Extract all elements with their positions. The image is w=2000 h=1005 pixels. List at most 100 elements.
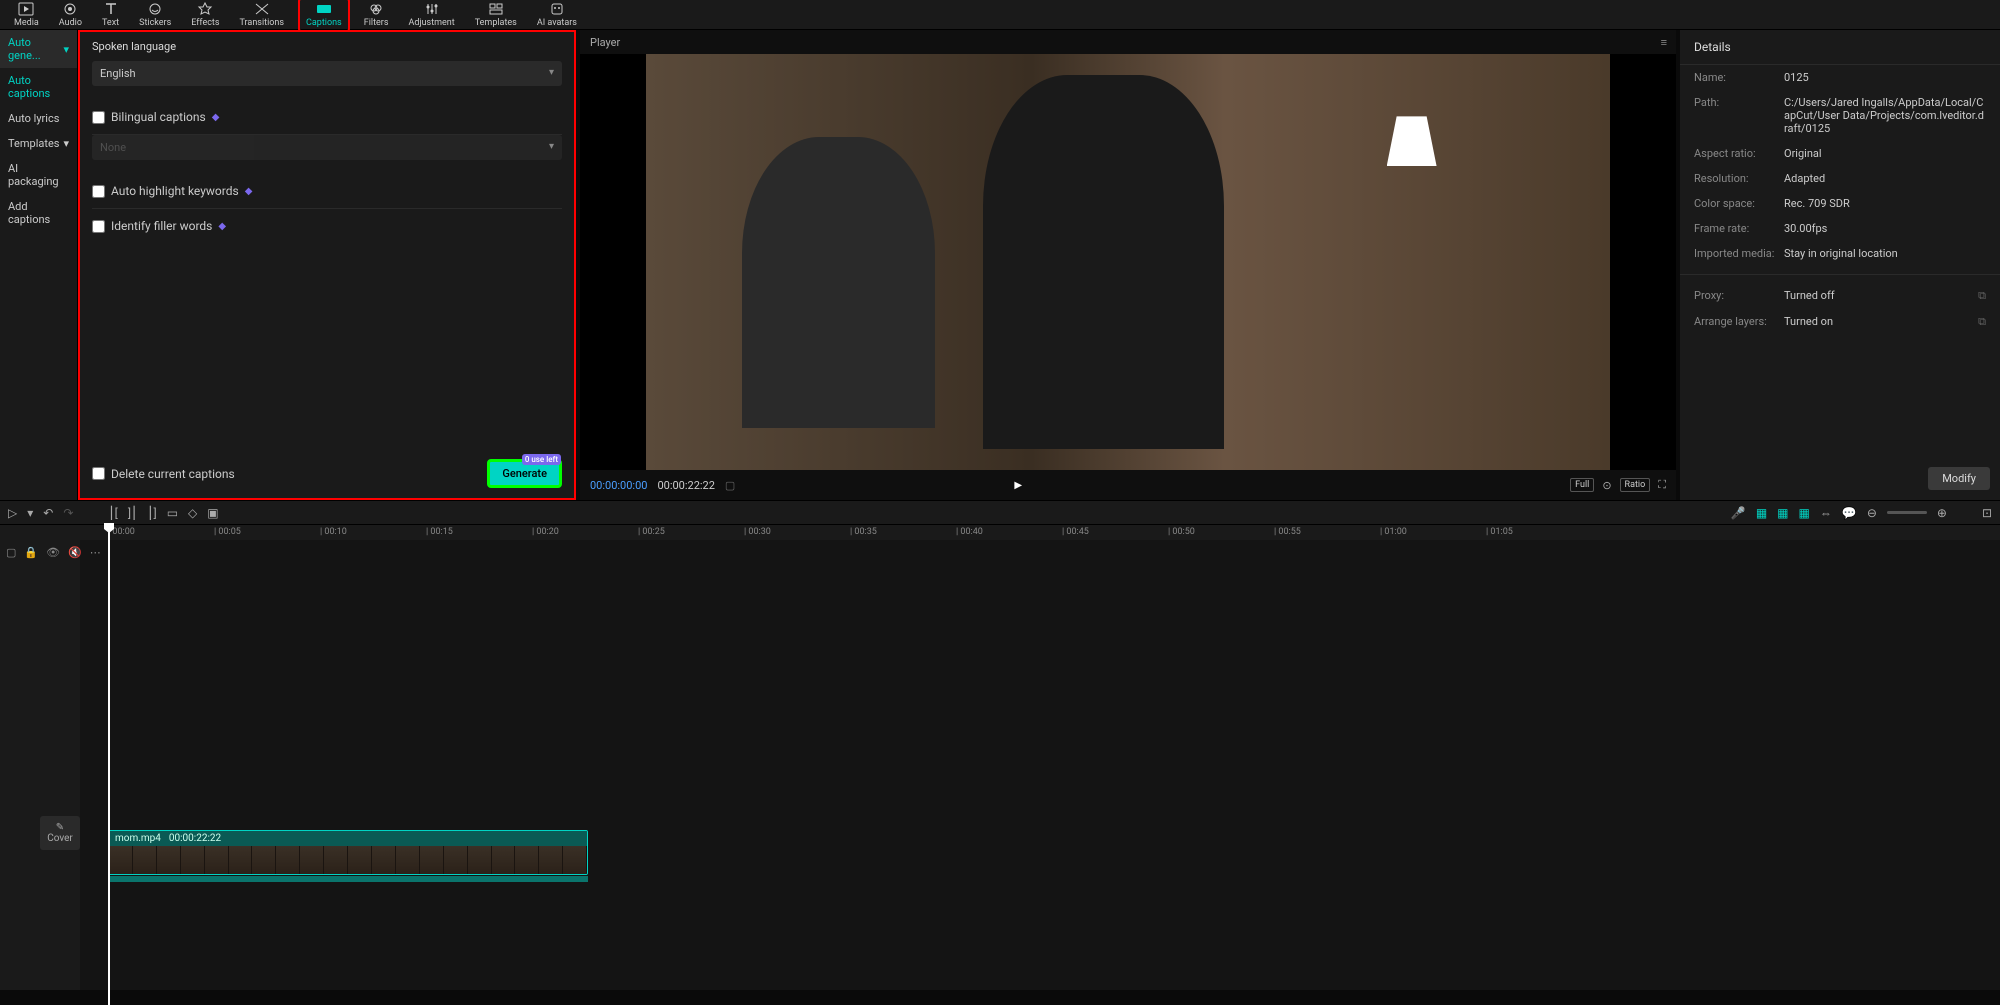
detail-imported-key: Imported media:	[1694, 247, 1784, 260]
ratio-button[interactable]: Ratio	[1620, 478, 1651, 492]
ruler-tick: | 01:00	[1380, 527, 1407, 537]
player-title: Player	[590, 36, 620, 49]
subtab-auto-lyrics[interactable]: Auto lyrics	[0, 106, 77, 131]
playhead[interactable]	[108, 525, 110, 1005]
video-preview[interactable]	[580, 54, 1676, 470]
tab-audio[interactable]: Audio	[53, 0, 88, 30]
fullscreen-icon[interactable]: ⛶	[1658, 478, 1666, 492]
select-tool-icon[interactable]: ▷	[8, 506, 17, 520]
effects-icon	[197, 2, 213, 16]
tab-captions[interactable]: Captions	[298, 0, 350, 32]
ruler-tick: | 00:50	[1168, 527, 1195, 537]
zoom-out-icon[interactable]: ⊖	[1867, 506, 1877, 520]
audio-waveform[interactable]	[108, 876, 588, 882]
detail-resolution-key: Resolution:	[1694, 172, 1784, 185]
timeline-toolbar: ▷ ▾ ↶ ↷ ⎮[ ]⎮ ⎮] ▭ ◇ ▣ 🎤 ▦ ▦ ▦ ⇔ 💬 ⊖ ⊕ ⊡	[0, 500, 2000, 525]
bilingual-captions-checkbox[interactable]	[92, 111, 105, 124]
tab-templates[interactable]: Templates	[469, 0, 523, 30]
gem-icon: ◆	[245, 186, 253, 197]
captions-icon	[316, 2, 332, 16]
player-menu-icon[interactable]: ≡	[1661, 36, 1666, 49]
feedback-icon[interactable]: ▣	[207, 506, 218, 520]
tab-stickers[interactable]: Stickers	[133, 0, 177, 30]
detail-arrange-key: Arrange layers:	[1694, 315, 1784, 329]
tab-media[interactable]: Media	[8, 0, 45, 30]
bilingual-captions-label: Bilingual captions	[111, 110, 206, 124]
subtab-templates[interactable]: Templates▾	[0, 131, 77, 156]
play-button[interactable]: ▶	[1014, 480, 1022, 491]
highlight-keywords-label: Auto highlight keywords	[111, 184, 239, 198]
full-button[interactable]: Full	[1570, 478, 1594, 492]
detail-colorspace-value: Rec. 709 SDR	[1784, 197, 1986, 210]
track-lock-icon[interactable]: 🔒	[24, 546, 38, 559]
identify-filler-label: Identify filler words	[111, 219, 212, 233]
scale-icon[interactable]: ⊙	[1602, 479, 1611, 492]
tab-ai-avatars[interactable]: AI avatars	[531, 0, 583, 30]
detail-framerate-value: 30.00fps	[1784, 222, 1986, 235]
crop-icon[interactable]: ▭	[167, 506, 178, 520]
captions-subnav: Auto gene...▾ Auto captions Auto lyrics …	[0, 30, 78, 500]
subtab-add-captions[interactable]: Add captions	[0, 194, 77, 232]
subtab-auto-generate[interactable]: Auto gene...▾	[0, 30, 77, 68]
link-icon[interactable]: ⧉	[1978, 315, 1986, 329]
detail-aspect-key: Aspect ratio:	[1694, 147, 1784, 160]
spoken-language-label: Spoken language	[92, 40, 562, 53]
track-eye-icon[interactable]: 👁	[46, 546, 60, 559]
ruler-tick: | 00:10	[320, 527, 347, 537]
detail-colorspace-key: Color space:	[1694, 197, 1784, 210]
snap-icon[interactable]: ⇔	[1820, 506, 1832, 520]
identify-filler-checkbox[interactable]	[92, 220, 105, 233]
dropdown-icon[interactable]: ▾	[27, 506, 33, 520]
split-icon[interactable]: ⎮[	[108, 506, 117, 520]
ruler-tick: | 00:25	[638, 527, 665, 537]
detail-arrange-value: Turned on	[1784, 315, 1978, 329]
ruler-tick: | 01:05	[1486, 527, 1513, 537]
zoom-in-icon[interactable]: ⊕	[1937, 506, 1947, 520]
mic-icon[interactable]: 🎤	[1731, 506, 1746, 520]
teal-tool-1-icon[interactable]: ▦	[1756, 506, 1767, 520]
audio-icon	[62, 2, 78, 16]
subtab-ai-packaging[interactable]: AI packaging	[0, 156, 77, 194]
compare-icon[interactable]: ▢	[725, 479, 735, 492]
tab-transitions[interactable]: Transitions	[234, 0, 291, 30]
redo-icon[interactable]: ↷	[63, 506, 73, 520]
video-clip[interactable]: mom.mp4 00:00:22:22	[108, 830, 588, 875]
split-left-icon[interactable]: ]⎮	[128, 506, 137, 520]
tab-text[interactable]: Text	[96, 0, 125, 30]
zoom-slider[interactable]	[1887, 511, 1927, 514]
highlight-keywords-checkbox[interactable]	[92, 185, 105, 198]
spoken-language-select[interactable]: English	[92, 61, 562, 86]
detail-aspect-value: Original	[1784, 147, 1986, 160]
bilingual-language-select: None	[92, 135, 562, 160]
delete-captions-checkbox[interactable]	[92, 467, 105, 480]
transitions-icon	[254, 2, 270, 16]
chevron-down-icon: ▾	[63, 137, 69, 150]
tab-filters[interactable]: Filters	[358, 0, 395, 30]
tab-adjustment[interactable]: Adjustment	[402, 0, 460, 30]
teal-tool-2-icon[interactable]: ▦	[1777, 506, 1788, 520]
marker-icon[interactable]: ◇	[188, 506, 197, 520]
detail-imported-value: Stay in original location	[1784, 247, 1986, 260]
generate-button[interactable]: 0 use left Generate	[487, 459, 562, 488]
track-toggle-1-icon[interactable]: ▢	[6, 546, 16, 559]
details-panel: Details Name:0125 Path:C:/Users/Jared In…	[1680, 30, 2000, 500]
fit-icon[interactable]: ⊡	[1982, 506, 1992, 520]
timeline-ruler[interactable]: | 00:00| 00:05| 00:10| 00:15| 00:20| 00:…	[0, 525, 2000, 540]
gem-icon: ◆	[218, 221, 226, 232]
subtab-auto-captions[interactable]: Auto captions	[0, 68, 77, 106]
tab-effects[interactable]: Effects	[185, 0, 225, 30]
ai-avatars-icon	[549, 2, 565, 16]
teal-tool-3-icon[interactable]: ▦	[1799, 506, 1810, 520]
timeline-left-controls: ▢ 🔒 👁 🔇 ⋯ ✎ Cover	[0, 540, 80, 990]
cover-button[interactable]: ✎ Cover	[40, 816, 80, 850]
detail-path-value: C:/Users/Jared Ingalls/AppData/Local/Cap…	[1784, 96, 1986, 135]
detail-name-value: 0125	[1784, 71, 1986, 84]
link-icon[interactable]: ⧉	[1978, 289, 1986, 303]
chat-icon[interactable]: 💬	[1842, 506, 1857, 520]
undo-icon[interactable]: ↶	[43, 506, 53, 520]
time-current: 00:00:00:00	[590, 479, 647, 492]
split-right-icon[interactable]: ⎮]	[147, 506, 156, 520]
modify-button[interactable]: Modify	[1928, 467, 1990, 490]
detail-proxy-key: Proxy:	[1694, 289, 1784, 303]
timeline-tracks[interactable]: mom.mp4 00:00:22:22	[80, 540, 2000, 990]
